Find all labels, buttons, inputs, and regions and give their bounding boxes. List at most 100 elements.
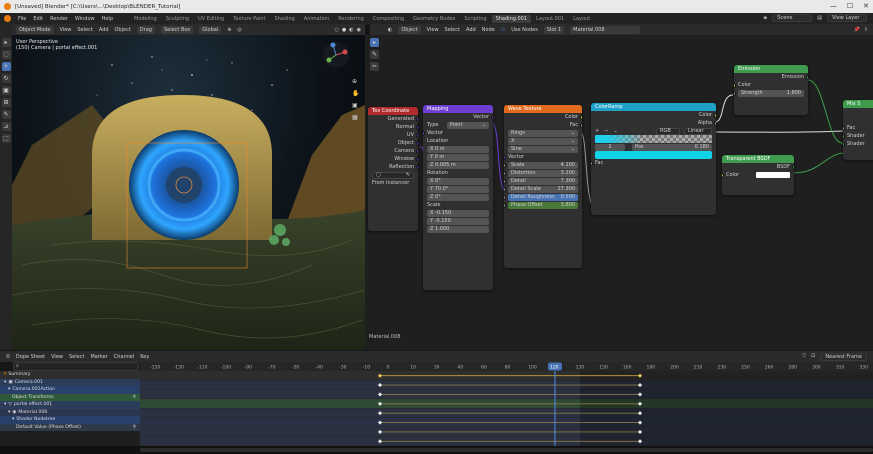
transform-orientation-dropdown[interactable]: Global — [199, 25, 222, 34]
scale-y-field[interactable]: Y -0.150 — [423, 217, 493, 225]
pin-icon[interactable]: 📌 — [854, 27, 860, 33]
input-socket[interactable] — [734, 82, 736, 88]
color-ramp-bar[interactable] — [591, 135, 716, 143]
type-field[interactable]: Type Point ⌄ — [423, 121, 493, 129]
channel-shader-nodetree[interactable]: ▾ Shader Nodetree — [0, 416, 140, 424]
node-header[interactable]: Transparent BSDF — [722, 155, 794, 163]
input-socket[interactable] — [423, 130, 425, 136]
rotation-x-field[interactable]: X 0° — [423, 177, 493, 185]
mapping-node[interactable]: Mapping Vector Type Point ⌄ Vector Locatio… — [423, 105, 493, 290]
select-box-dropdown[interactable]: Select Box — [160, 25, 194, 34]
tab-shading[interactable]: Shading — [270, 15, 298, 23]
input-socket[interactable] — [843, 125, 845, 131]
color-swatch[interactable] — [756, 172, 790, 178]
direction-dropdown[interactable]: X ⌄ — [504, 137, 582, 145]
ds-menu-marker[interactable]: Marker — [90, 354, 107, 360]
output-socket[interactable] — [416, 140, 418, 146]
vp-menu-select[interactable]: Select — [77, 27, 92, 33]
tab-layout-001[interactable]: Layout.001 — [532, 15, 568, 23]
drag-dropdown[interactable]: Drag — [136, 25, 155, 34]
node-header[interactable]: Mix S — [843, 100, 873, 108]
channel-material[interactable]: ▾ ◉ Material.008 — [0, 408, 140, 416]
detail-roughness-field[interactable]: Detail Roughness 0.500 — [504, 193, 582, 201]
measure-tool-icon[interactable]: ⊿ — [1, 122, 11, 131]
channel-portal-effect[interactable]: ▾ ▽ portal effect.001 — [0, 401, 140, 409]
scale-x-field[interactable]: X -0.150 — [423, 209, 493, 217]
select-cursor-icon[interactable]: ▸ — [370, 38, 379, 47]
node-header[interactable]: Mapping — [423, 105, 493, 113]
object-picker[interactable]: ▢ ✎ — [368, 171, 418, 179]
output-socket[interactable] — [714, 120, 716, 126]
transparent-bsdf-node[interactable]: Transparent BSDF BSDF Color — [722, 155, 794, 195]
timeline-scrollbar[interactable] — [140, 448, 873, 452]
input-socket[interactable] — [843, 141, 845, 147]
camera-view-icon[interactable]: ▣ — [352, 102, 359, 109]
frame-ruler[interactable]: -150 -130 -110 -100 -90 -70 -50 -40 -30 -10 0 10 30 4… — [140, 362, 873, 371]
channel-object-transforms[interactable]: Object Transforms ⚲ — [0, 393, 140, 401]
channel-search-input[interactable]: ⌕ — [13, 362, 139, 371]
select-tool-icon[interactable]: ◌ — [1, 50, 11, 59]
node-header[interactable]: Tex Coordinate — [368, 107, 418, 115]
emission-node[interactable]: Emission Emission Color Strength 1.800 — [734, 65, 808, 115]
editor-type-icon[interactable]: ⏱ — [6, 354, 10, 360]
color-mode-dropdown[interactable]: RGB — [656, 127, 680, 135]
menu-edit[interactable]: Edit — [33, 16, 43, 22]
ne-menu-node[interactable]: Node — [482, 27, 495, 33]
object-type-dropdown[interactable]: Object — [398, 25, 421, 34]
stop-index-field[interactable]: 1 — [595, 143, 625, 151]
wave-type-dropdown[interactable]: Rings ⌄ — [504, 129, 582, 137]
scale-z-field[interactable]: Z 1.000 — [423, 225, 493, 233]
channel-phase-offset[interactable]: Default Value (Phase Offset) ⚲ — [0, 423, 140, 431]
node-header[interactable]: ColorRamp — [591, 103, 716, 111]
vp-menu-object[interactable]: Object — [115, 27, 131, 33]
output-socket[interactable] — [580, 114, 582, 120]
output-socket[interactable] — [806, 74, 808, 80]
perspective-toggle-icon[interactable]: ▦ — [352, 114, 359, 121]
filter-icon[interactable]: ▽ — [802, 353, 806, 361]
3d-viewport[interactable] — [12, 35, 365, 350]
pan-hand-icon[interactable]: ✋ — [352, 90, 359, 97]
detail-scale-field[interactable]: Detail Scale 27.300 — [504, 185, 582, 193]
add-stop-icon[interactable]: + — [595, 128, 599, 134]
slot-dropdown[interactable]: Slot 1 — [543, 25, 565, 34]
close-button[interactable]: ✕ — [863, 2, 869, 10]
output-socket[interactable] — [416, 156, 418, 162]
snapping-dropdown[interactable]: Nearest Frame — [820, 352, 867, 361]
tab-shading-001[interactable]: Shading.001 — [491, 14, 532, 23]
output-socket[interactable] — [416, 132, 418, 138]
output-socket[interactable] — [416, 124, 418, 130]
tab-sculpting[interactable]: Sculpting — [162, 15, 193, 23]
mode-dropdown[interactable]: Object Mode — [16, 25, 54, 34]
output-socket[interactable] — [580, 122, 582, 128]
location-z-field[interactable]: Z 0.005 m — [423, 161, 493, 169]
vp-menu-view[interactable]: View — [60, 27, 72, 33]
minimize-button[interactable]: — — [830, 2, 837, 10]
detail-field[interactable]: Detail 7.300 — [504, 177, 582, 185]
annotate-icon[interactable]: ✎ — [370, 50, 379, 59]
interpolation-dropdown[interactable]: Linear — [684, 127, 712, 135]
output-socket[interactable] — [714, 112, 716, 118]
ds-menu-view[interactable]: View — [51, 354, 63, 360]
output-socket[interactable] — [792, 164, 794, 170]
cursor-tool-icon[interactable]: ▸ — [1, 38, 11, 47]
output-socket[interactable] — [416, 116, 418, 122]
profile-dropdown[interactable]: Sine ⌄ — [504, 145, 582, 153]
use-nodes-checkbox[interactable]: ☑ — [501, 27, 505, 33]
zoom-icon[interactable]: ⊕ — [352, 78, 359, 85]
ds-menu-channel[interactable]: Channel — [114, 354, 135, 360]
navigation-gizmo[interactable] — [323, 42, 349, 68]
ne-menu-select[interactable]: Select — [445, 27, 460, 33]
tab-modeling[interactable]: Modeling — [130, 15, 161, 23]
snap-toggle-icon[interactable]: ⊡ — [811, 353, 815, 361]
ramp-menu-icon[interactable]: ⌄ — [613, 128, 617, 134]
ne-menu-view[interactable]: View — [427, 27, 439, 33]
stop-color-swatch[interactable] — [591, 151, 716, 159]
colorramp-node[interactable]: ColorRamp Color Alpha + − ⌄ RGB Linear 1 Pos… — [591, 103, 716, 215]
shading-material-icon[interactable]: ◐ — [349, 27, 353, 33]
tab-layout[interactable]: Layout — [569, 15, 594, 23]
annotate-tool-icon[interactable]: ✎ — [1, 110, 11, 119]
tab-scripting[interactable]: Scripting — [460, 15, 490, 23]
vp-menu-add[interactable]: Add — [99, 27, 109, 33]
input-socket[interactable] — [591, 160, 593, 166]
node-editor-canvas[interactable]: Tex Coordinate Generated Normal UV Objec… — [365, 35, 873, 350]
